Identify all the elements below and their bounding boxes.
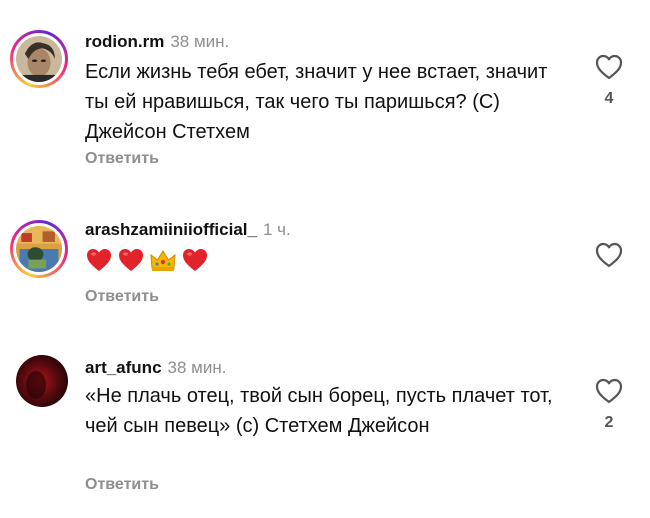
avatar-image (16, 355, 68, 407)
avatar-image (16, 36, 62, 82)
heart-outline-icon[interactable] (595, 54, 623, 80)
comment-text: «Не плачь отец, твой сын борец, пусть пл… (85, 385, 553, 437)
crown-icon (150, 250, 176, 271)
username[interactable]: arashzamiiniiofficial_ (85, 220, 257, 239)
red-heart-icon (183, 249, 207, 271)
heart-outline-icon[interactable] (595, 242, 623, 268)
comment-meta: rodion.rm 38 мин. (85, 32, 229, 52)
timestamp: 38 мин. (170, 32, 230, 51)
timestamp: 38 мин. (167, 358, 227, 377)
like-count: 4 (604, 90, 614, 107)
comment-text: Если жизнь тебя ебет, значит у нее встае… (85, 61, 548, 143)
like-control (594, 242, 624, 268)
heart-outline-icon[interactable] (595, 378, 623, 404)
avatar[interactable] (16, 355, 68, 407)
reply-button[interactable]: Ответить (85, 150, 159, 168)
like-count: 2 (604, 414, 614, 431)
timestamp: 1 ч. (262, 220, 291, 239)
red-heart-icon (119, 249, 143, 271)
reply-button[interactable]: Ответить (85, 288, 159, 306)
comment-meta: arashzamiiniiofficial_ 1 ч. (85, 220, 291, 240)
avatar[interactable] (10, 30, 68, 88)
username[interactable]: art_afunc (85, 358, 162, 377)
comment-meta: art_afunc 38 мин. (85, 358, 226, 378)
like-control: 4 (594, 54, 624, 108)
emoji-row (85, 246, 209, 274)
red-heart-icon (87, 249, 111, 271)
username[interactable]: rodion.rm (85, 32, 164, 51)
avatar[interactable] (10, 220, 68, 278)
reply-button[interactable]: Ответить (85, 476, 159, 494)
like-control: 2 (594, 378, 624, 432)
avatar-image (16, 226, 62, 272)
